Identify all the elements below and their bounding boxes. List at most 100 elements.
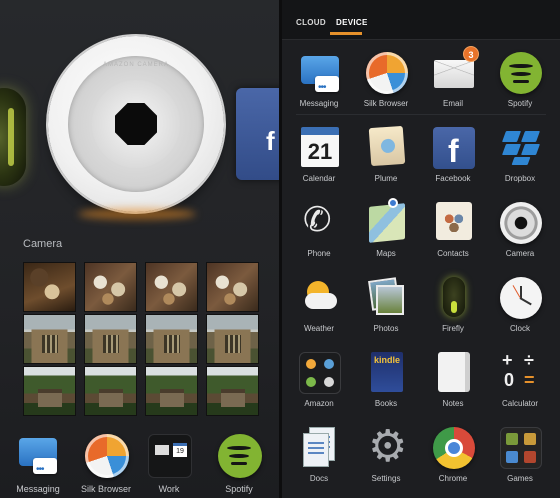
app-settings[interactable]: ⚙ Settings xyxy=(355,419,417,489)
fire-phone-home-screens: AMAZON CAMERA f Camera ••• Messaging Sil… xyxy=(0,0,560,498)
work-icon: 19 xyxy=(148,434,192,478)
dropbox-icon xyxy=(500,127,542,169)
app-calculator[interactable]: + ÷ 0 = Calculator xyxy=(489,344,551,414)
app-email[interactable]: 3 Email xyxy=(422,44,484,114)
carousel-pane: AMAZON CAMERA f Camera ••• Messaging Sil… xyxy=(0,0,279,498)
app-facebook[interactable]: f Facebook xyxy=(422,119,484,189)
app-notes[interactable]: Notes xyxy=(422,344,484,414)
app-chrome[interactable]: Chrome xyxy=(422,419,484,489)
silk-browser-icon xyxy=(366,52,408,94)
calendar-icon: 21 xyxy=(299,127,341,169)
facebook-glyph: f xyxy=(266,126,275,156)
dock-item-silk-browser[interactable]: Silk Browser xyxy=(75,430,137,498)
amazon-icon xyxy=(299,352,341,394)
clock-icon xyxy=(500,277,542,319)
app-phone[interactable]: ✆ Phone xyxy=(288,194,350,264)
books-icon: kindle xyxy=(366,352,408,394)
photo-thumbnail[interactable] xyxy=(145,262,198,312)
row-divider xyxy=(296,114,546,115)
camera-lens-text: AMAZON CAMERA xyxy=(102,62,169,68)
kindle-logo: kindle xyxy=(373,355,400,365)
calendar-day: 21 xyxy=(307,139,333,164)
app-label: Calculator xyxy=(501,399,538,408)
photo-thumbnail[interactable] xyxy=(23,262,76,312)
app-messaging[interactable]: ••• Messaging xyxy=(288,44,350,114)
messaging-icon: ••• xyxy=(299,52,341,94)
photo-thumbnail[interactable] xyxy=(84,366,137,416)
photo-thumbnail[interactable] xyxy=(84,262,137,312)
app-spotify[interactable]: Spotify xyxy=(489,44,551,114)
contacts-icon xyxy=(433,202,475,244)
calculator-icon: + ÷ 0 = xyxy=(502,350,535,390)
app-maps[interactable]: Maps xyxy=(355,194,417,264)
maps-icon xyxy=(366,198,408,244)
camera-lens-ring: AMAZON CAMERA xyxy=(68,56,204,192)
dock-item-work[interactable]: 19 Work xyxy=(138,430,200,498)
camera-aperture xyxy=(115,103,157,145)
app-camera[interactable]: Camera xyxy=(489,194,551,264)
photo-thumbnail[interactable] xyxy=(23,366,76,416)
work-calendar-day: 19 xyxy=(173,443,187,457)
facebook-icon: f xyxy=(433,127,475,169)
carousel-section-label: Camera xyxy=(23,238,63,250)
dock-item-label: Messaging xyxy=(16,484,60,494)
app-firefly[interactable]: Firefly xyxy=(422,269,484,339)
dock-item-messaging[interactable]: ••• Messaging xyxy=(7,430,69,498)
chrome-icon xyxy=(433,427,475,469)
app-plume[interactable]: Plume xyxy=(355,119,417,189)
photo-thumbnail[interactable] xyxy=(145,366,198,416)
photo-thumbnail[interactable] xyxy=(206,314,259,364)
spotify-icon xyxy=(500,52,542,94)
docs-icon xyxy=(299,427,341,469)
firefly-icon xyxy=(433,277,475,319)
app-grid-pane: CLOUD DEVICE ••• Messaging Silk Browser … xyxy=(282,0,560,498)
dock-item-label: Work xyxy=(158,484,180,494)
weather-icon xyxy=(299,277,341,319)
dock-item-spotify[interactable]: Spotify xyxy=(208,430,270,498)
phone-icon: ✆ xyxy=(303,201,332,239)
notes-icon xyxy=(433,352,475,394)
tab-cloud[interactable]: CLOUD xyxy=(296,18,326,27)
app-photos[interactable]: Photos xyxy=(355,269,417,339)
tab-device[interactable]: DEVICE xyxy=(336,18,368,27)
library-tabs: CLOUD DEVICE xyxy=(282,0,560,40)
app-label: Spotify xyxy=(507,99,533,108)
photo-thumbnail[interactable] xyxy=(206,366,259,416)
carousel-camera-icon[interactable]: AMAZON CAMERA xyxy=(48,36,224,212)
app-dock: ••• Messaging Silk Browser 19 Work Spoti… xyxy=(0,430,279,498)
app-calendar[interactable]: 21 Calendar xyxy=(288,119,350,189)
app-books[interactable]: kindle Books xyxy=(355,344,417,414)
settings-icon: ⚙ xyxy=(368,422,408,471)
app-weather[interactable]: Weather xyxy=(288,269,350,339)
app-docs[interactable]: Docs xyxy=(288,419,350,489)
photos-icon xyxy=(366,277,408,319)
app-silk-browser[interactable]: Silk Browser xyxy=(355,44,417,114)
facebook-glyph: f xyxy=(448,133,459,169)
camera-recent-photos-grid xyxy=(23,262,263,418)
photo-thumbnail[interactable] xyxy=(23,314,76,364)
plume-icon xyxy=(366,125,408,169)
spotify-icon xyxy=(218,434,262,478)
silk-browser-icon xyxy=(85,434,129,478)
carousel-facebook-icon[interactable]: f xyxy=(236,88,279,180)
photo-thumbnail[interactable] xyxy=(145,314,198,364)
app-amazon[interactable]: Amazon xyxy=(288,344,350,414)
app-clock[interactable]: Clock xyxy=(489,269,551,339)
messaging-icon: ••• xyxy=(17,434,61,478)
photo-thumbnail[interactable] xyxy=(206,262,259,312)
app-contacts[interactable]: Contacts xyxy=(422,194,484,264)
app-games[interactable]: Games xyxy=(489,419,551,489)
app-label: Dropbox xyxy=(504,174,536,183)
app-dropbox[interactable]: Dropbox xyxy=(489,119,551,189)
camera-icon xyxy=(500,202,542,244)
tab-selected-indicator xyxy=(330,32,362,35)
dock-item-label: Spotify xyxy=(225,484,253,494)
app-label: Games xyxy=(507,474,533,483)
email-icon: 3 xyxy=(433,46,479,94)
unread-count-badge: 3 xyxy=(463,46,479,62)
carousel-firefly-icon[interactable] xyxy=(0,88,26,186)
app-label: Camera xyxy=(505,249,535,258)
app-label: Clock xyxy=(509,324,530,333)
games-icon xyxy=(500,427,542,469)
photo-thumbnail[interactable] xyxy=(84,314,137,364)
